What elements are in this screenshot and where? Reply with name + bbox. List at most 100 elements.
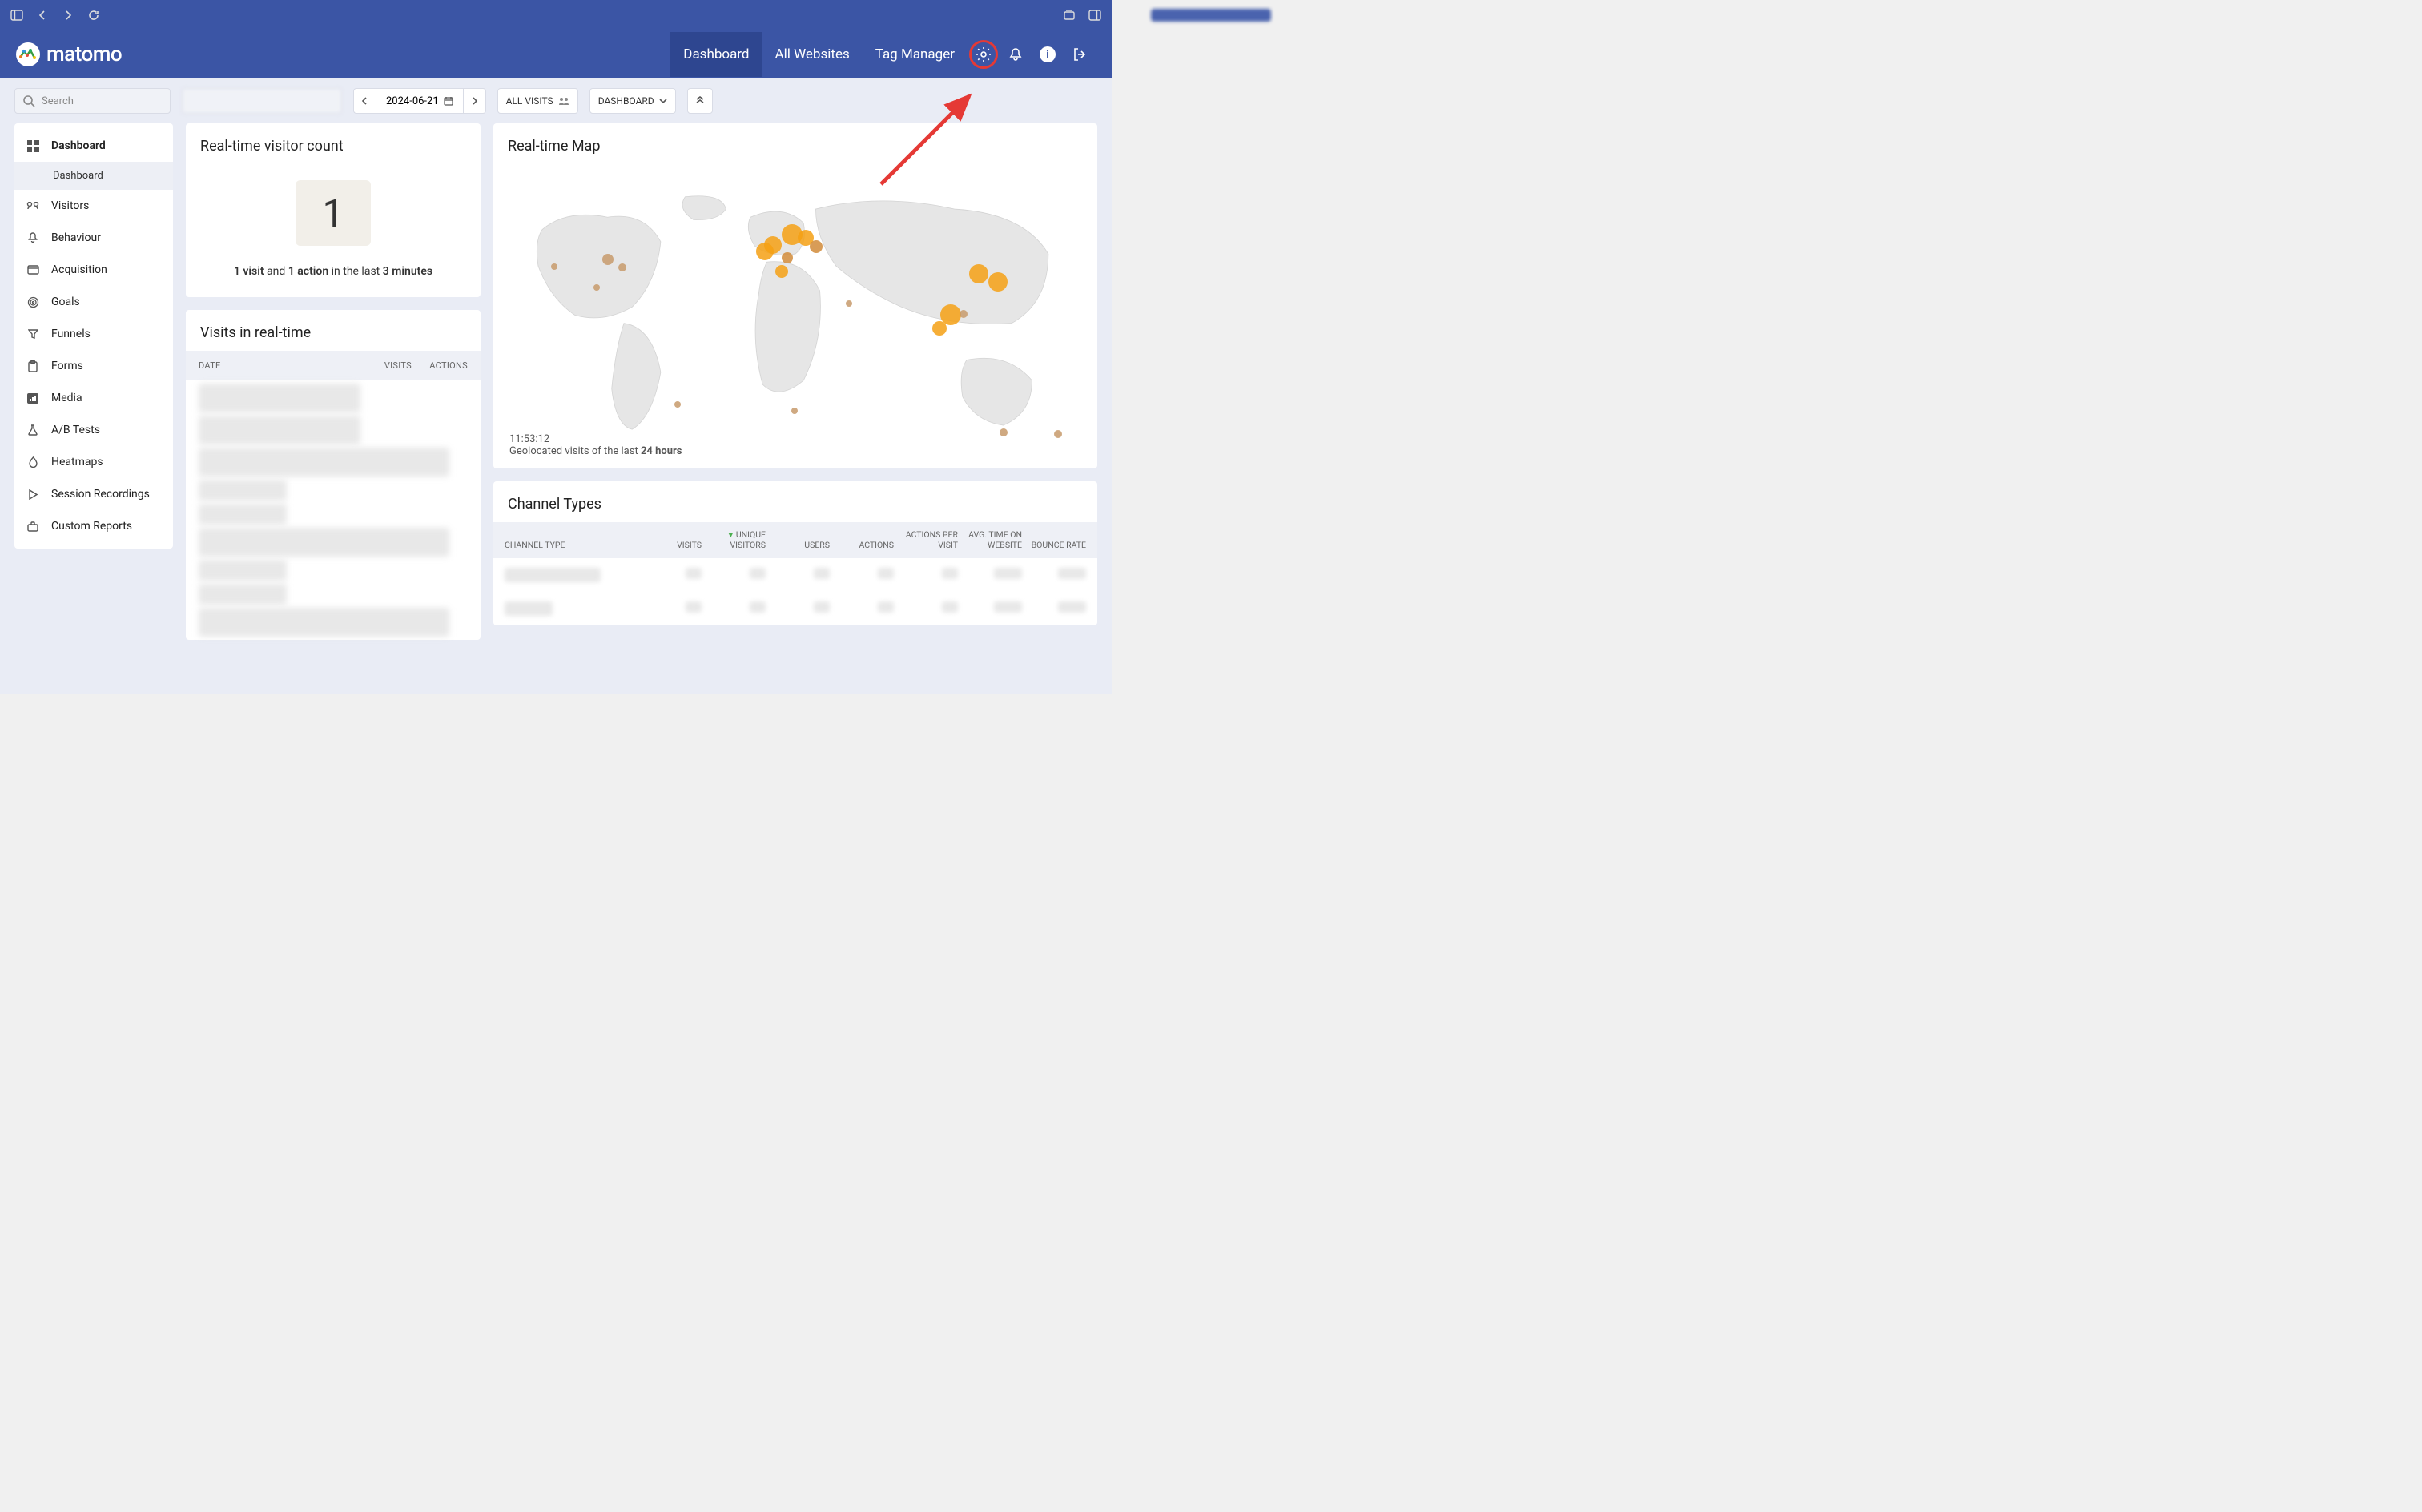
visitors-icon [558,96,569,106]
sidebar-toggle-icon[interactable] [10,8,24,22]
chevron-left-icon [361,97,369,105]
date-display[interactable]: 2024-06-21 [376,88,464,114]
sidebar: Dashboard Dashboard Visitors Behaviour A… [14,123,173,549]
date-prev-button[interactable] [353,88,376,114]
search-icon [23,95,35,107]
logout-icon [1072,47,1087,62]
forward-icon[interactable] [61,8,75,22]
col-date: DATE [199,360,356,371]
url-bar-blurred [1151,9,1271,22]
sidebar-item-media[interactable]: Media [14,382,173,414]
notifications-button[interactable] [1000,38,1032,70]
chevron-down-icon [659,97,667,105]
table-header: CHANNEL TYPE VISITS ▼UNIQUE VISITORS USE… [493,522,1097,558]
primary-nav: Dashboard All Websites Tag Manager i [670,32,1096,77]
sidebar-item-heatmaps[interactable]: Heatmaps [14,446,173,478]
widget-title: Channel Types [493,481,1097,522]
widget-realtime-visits: Visits in real-time DATE VISITS ACTIONS [186,310,481,640]
table-row-blurred [199,384,360,412]
clipboard-icon [26,359,40,373]
back-icon[interactable] [35,8,50,22]
widget-title: Real-time Map [493,123,1097,164]
drop-icon [26,455,40,469]
col-visits[interactable]: VISITS [644,541,702,551]
logo[interactable]: matomo [16,42,122,66]
widget-realtime-count: Real-time visitor count 1 1 visit and 1 … [186,123,481,297]
briefcase-icon [26,519,40,533]
dashboard-selector[interactable]: DASHBOARD [589,88,676,114]
dashboard-grid: Real-time visitor count 1 1 visit and 1 … [186,123,1097,679]
col-avg-time[interactable]: AVG. TIME ON WEBSITE [964,530,1022,550]
nav-dashboard[interactable]: Dashboard [670,32,762,77]
col-bounce-rate[interactable]: BOUNCE RATE [1028,541,1086,551]
stack-icon[interactable] [1062,8,1076,22]
table-row-blurred [199,416,360,444]
widget-channel-types: Channel Types CHANNEL TYPE VISITS ▼UNIQU… [493,481,1097,625]
table-row-blurred [199,528,449,557]
col-channel-type[interactable]: CHANNEL TYPE [505,540,638,550]
double-chevron-up-icon [694,95,706,107]
col-unique-visitors[interactable]: ▼UNIQUE VISITORS [708,530,766,550]
chevron-right-icon [470,97,478,105]
widget-title: Visits in real-time [186,310,481,351]
col-actions: ACTIONS [412,360,468,371]
search-input[interactable]: Search [14,88,171,114]
table-row-blurred [493,592,1097,625]
sidebar-item-forms[interactable]: Forms [14,350,173,382]
table-row-blurred [493,558,1097,592]
table-row-blurred [199,504,287,525]
nav-all-websites[interactable]: All Websites [762,32,863,77]
target-icon [26,295,40,309]
segment-selector[interactable]: ALL VISITS [497,88,578,114]
table-header: DATE VISITS ACTIONS [186,351,481,380]
sidebar-item-behaviour[interactable]: Behaviour [14,222,173,254]
widget-realtime-map: Real-time Map [493,123,1097,468]
world-map-svg [493,164,1097,468]
widget-title: Real-time visitor count [186,123,481,164]
sidebar-item-goals[interactable]: Goals [14,286,173,318]
bell-icon [1008,47,1023,62]
map-caption: 11:53:12 Geolocated visits of the last 2… [509,433,682,457]
nav-tag-manager[interactable]: Tag Manager [863,32,968,77]
right-panel-toggle-icon[interactable] [1088,8,1102,22]
reload-icon[interactable] [86,8,101,22]
chart-icon [26,391,40,405]
flask-icon [26,423,40,437]
annotation-circle [969,40,998,69]
col-visits: VISITS [356,360,412,371]
table-row-blurred [199,608,449,637]
date-picker: 2024-06-21 [353,88,486,114]
card-icon [26,263,40,277]
sidebar-item-session-recordings[interactable]: Session Recordings [14,478,173,510]
dashboard-icon [26,139,40,153]
table-row-blurred [199,560,287,581]
collapse-button[interactable] [687,88,713,114]
table-row-blurred [199,480,287,501]
sidebar-item-dashboard[interactable]: Dashboard [14,130,173,162]
info-icon: i [1040,46,1056,62]
sidebar-item-custom-reports[interactable]: Custom Reports [14,510,173,542]
col-actions[interactable]: ACTIONS [836,541,894,551]
logo-text: matomo [46,42,122,66]
table-row-blurred [199,584,287,605]
world-map[interactable]: 11:53:12 Geolocated visits of the last 2… [493,164,1097,468]
col-users[interactable]: USERS [772,541,830,551]
visitors-icon [26,199,40,213]
settings-button[interactable] [968,38,1000,70]
logout-button[interactable] [1064,38,1096,70]
main-content: Dashboard Dashboard Visitors Behaviour A… [0,123,1112,694]
app-header: matomo Dashboard All Websites Tag Manage… [0,30,1112,78]
sidebar-item-ab-tests[interactable]: A/B Tests [14,414,173,446]
table-row-blurred [199,448,449,477]
sidebar-item-acquisition[interactable]: Acquisition [14,254,173,286]
info-button[interactable]: i [1032,38,1064,70]
sidebar-sub-dashboard[interactable]: Dashboard [14,162,173,190]
date-next-button[interactable] [464,88,486,114]
play-icon [26,487,40,501]
col-actions-per-visit[interactable]: ACTIONS PER VISIT [900,530,958,550]
sidebar-item-visitors[interactable]: Visitors [14,190,173,222]
sidebar-item-funnels[interactable]: Funnels [14,318,173,350]
browser-toolbar [0,0,1112,30]
site-selector-blurred[interactable] [182,88,342,114]
funnel-icon [26,327,40,341]
